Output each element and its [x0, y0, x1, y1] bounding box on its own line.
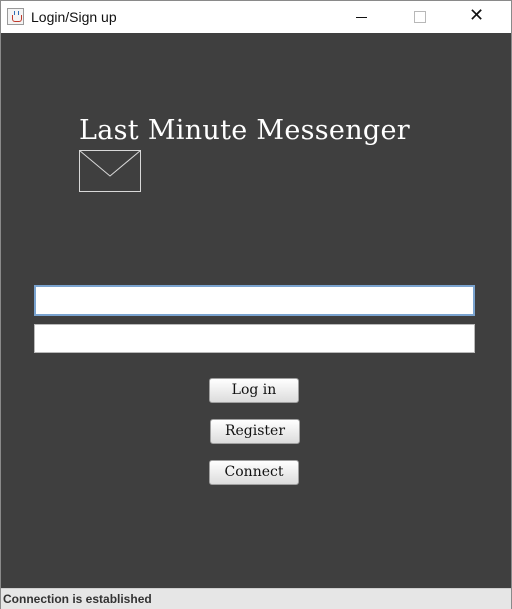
- status-message: Connection is established: [3, 592, 152, 606]
- username-input[interactable]: [34, 285, 475, 316]
- app-name-heading: Last Minute Messenger: [79, 115, 410, 146]
- minimize-button[interactable]: [334, 1, 390, 33]
- login-window: Login/Sign up ✕ Last Minute Messenger Lo…: [0, 0, 512, 609]
- maximize-icon: [414, 11, 426, 23]
- status-bar: Connection is established: [1, 588, 511, 609]
- password-input[interactable]: [34, 324, 475, 353]
- connect-button[interactable]: Connect: [209, 460, 299, 485]
- java-cup-icon: [7, 8, 24, 25]
- close-button[interactable]: ✕: [448, 1, 504, 33]
- close-icon: ✕: [469, 5, 485, 26]
- minimize-icon: [356, 17, 367, 18]
- register-button[interactable]: Register: [210, 419, 300, 444]
- maximize-button[interactable]: [391, 1, 447, 33]
- envelope-icon: [79, 150, 141, 192]
- login-button[interactable]: Log in: [209, 378, 299, 403]
- title-bar[interactable]: Login/Sign up ✕: [1, 1, 511, 33]
- window-title: Login/Sign up: [31, 9, 117, 25]
- main-panel: Last Minute Messenger Log in Register Co…: [1, 33, 511, 588]
